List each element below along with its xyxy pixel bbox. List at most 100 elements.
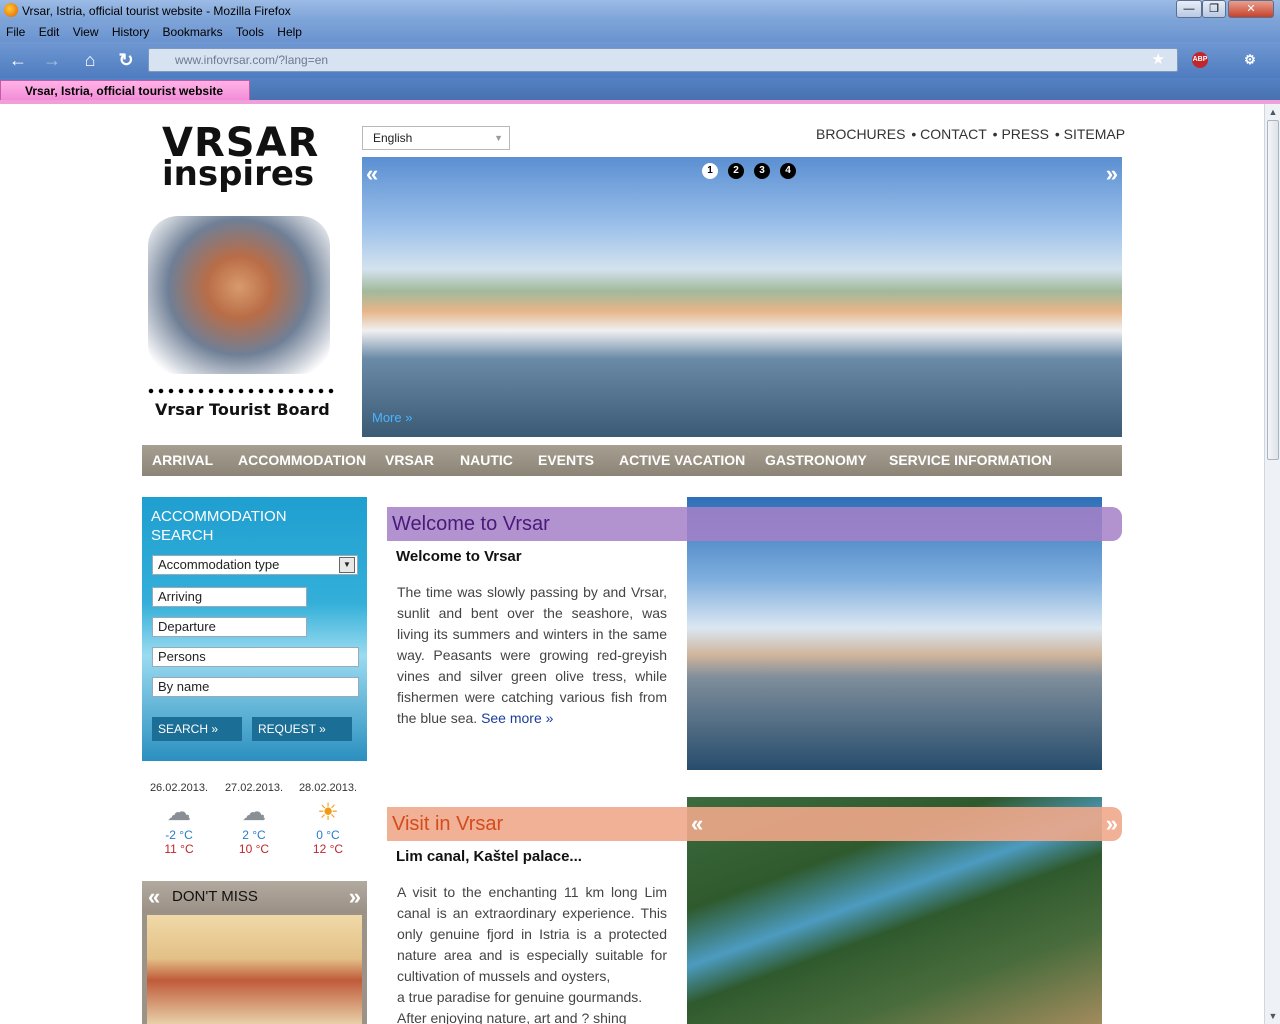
url-text: www.infovrsar.com/?lang=en [175, 53, 329, 67]
welcome-subtitle: Welcome to Vrsar [396, 548, 522, 565]
departure-field[interactable]: Departure [152, 617, 307, 637]
nav-events[interactable]: EVENTS [538, 452, 594, 468]
menu-file[interactable]: File [6, 22, 25, 42]
accommodation-type-value: Accommodation type [158, 557, 280, 572]
menu-tools[interactable]: Tools [236, 22, 264, 42]
welcome-title-bar: Welcome to Vrsar [387, 507, 1122, 541]
addon-icon[interactable]: ⚙ [1240, 50, 1260, 70]
link-brochures[interactable]: BROCHURES [816, 126, 905, 142]
weather-day-1: 26.02.2013. ☁ -2 °C 11 °C [149, 782, 209, 856]
weather-date: 28.02.2013. [298, 782, 358, 794]
hero-slideshow: « » 1 2 3 4 More » [362, 157, 1122, 437]
slide-bullet-2[interactable]: 2 [728, 163, 744, 179]
dotted-divider [146, 388, 336, 394]
nav-service-information[interactable]: SERVICE INFORMATION [889, 452, 1052, 468]
nav-vrsar[interactable]: VRSAR [385, 452, 434, 468]
weather-high: 10 °C [238, 842, 270, 856]
visit-title: Visit in Vrsar [392, 813, 504, 835]
slide-bullet-3[interactable]: 3 [754, 163, 770, 179]
language-select[interactable]: English ▼ [362, 126, 510, 150]
menu-edit[interactable]: Edit [39, 22, 60, 42]
firefox-icon [4, 3, 18, 17]
tab-label: Vrsar, Istria, official tourist website [25, 84, 224, 98]
main-navigation: ARRIVAL ACCOMMODATION VRSAR NAUTIC EVENT… [142, 445, 1122, 476]
home-icon[interactable]: ⌂ [80, 50, 100, 70]
visit-text: A visit to the enchanting 11 km long Lim… [397, 882, 667, 1024]
visit-next-icon[interactable]: » [1106, 807, 1118, 841]
hero-more-link[interactable]: More » [372, 410, 412, 425]
nav-arrival[interactable]: ARRIVAL [152, 452, 213, 468]
maximize-button[interactable]: ❐ [1202, 0, 1226, 18]
visit-prev-icon[interactable]: « [691, 807, 703, 841]
window-title: Vrsar, Istria, official tourist website … [22, 4, 291, 18]
scroll-thumb[interactable] [1267, 120, 1279, 460]
slide-bullet-1[interactable]: 1 [702, 163, 718, 179]
dont-miss-next-icon[interactable]: » [349, 881, 361, 913]
persons-field[interactable]: Persons [152, 647, 359, 667]
visit-paragraph-3: After enjoying nature, art and ? shing [397, 1010, 627, 1024]
nav-gastronomy[interactable]: GASTRONOMY [765, 452, 867, 468]
minimize-button[interactable]: — [1176, 0, 1202, 18]
search-title-line1: ACCOMMODATION [151, 508, 287, 525]
back-icon[interactable]: ← [8, 50, 28, 70]
weather-low: 2 °C [242, 828, 266, 842]
close-button[interactable]: ✕ [1228, 0, 1274, 18]
scroll-up-icon[interactable]: ▲ [1265, 105, 1280, 119]
menu-history[interactable]: History [112, 22, 149, 42]
link-sitemap[interactable]: SITEMAP [1064, 126, 1125, 142]
vertical-scrollbar[interactable]: ▲ ▼ [1264, 104, 1280, 1024]
slide-bullet-4[interactable]: 4 [780, 163, 796, 179]
adblock-icon[interactable]: ABP [1192, 52, 1208, 68]
weather-day-2: 27.02.2013. ☁ 2 °C 10 °C [224, 782, 284, 856]
welcome-paragraph: The time was slowly passing by and Vrsar… [397, 584, 667, 726]
bookmark-star-icon[interactable]: ★ [1152, 49, 1165, 71]
dont-miss-bar: DON'T MISS [142, 881, 367, 913]
chevron-down-icon: ▼ [494, 133, 503, 143]
welcome-text: The time was slowly passing by and Vrsar… [397, 582, 667, 729]
arriving-field[interactable]: Arriving [152, 587, 307, 607]
visit-paragraph-2: a true paradise for genuine gourmands. [397, 989, 643, 1005]
see-more-link[interactable]: See more » [481, 710, 553, 726]
request-button[interactable]: REQUEST » [252, 717, 352, 741]
tourist-board-label: Vrsar Tourist Board [155, 400, 330, 419]
dont-miss-panel: DON'T MISS « » [142, 881, 367, 1024]
welcome-title: Welcome to Vrsar [392, 513, 550, 535]
forward-icon[interactable]: → [42, 50, 62, 70]
dont-miss-label: DON'T MISS [172, 888, 258, 905]
search-button[interactable]: SEARCH » [152, 717, 242, 741]
dont-miss-prev-icon[interactable]: « [148, 881, 160, 913]
menu-help[interactable]: Help [277, 22, 302, 42]
weather-low: -2 °C [165, 828, 193, 842]
weather-date: 26.02.2013. [149, 782, 209, 794]
nav-active-vacation[interactable]: ACTIVE VACATION [619, 452, 745, 468]
search-title-line2: SEARCH [151, 527, 214, 544]
visit-title-bar: Visit in Vrsar « » [387, 807, 1122, 841]
visit-subtitle: Lim canal, Kaštel palace... [396, 848, 582, 865]
accommodation-search-box: ACCOMMODATION SEARCH Accommodation type … [142, 497, 367, 761]
menu-view[interactable]: View [73, 22, 99, 42]
sun-icon: ☀ [317, 799, 339, 826]
tab-vrsar[interactable]: Vrsar, Istria, official tourist website [0, 80, 250, 102]
menu-bookmarks[interactable]: Bookmarks [163, 22, 223, 42]
chevron-down-icon: ▼ [339, 557, 355, 573]
scroll-down-icon[interactable]: ▼ [1265, 1009, 1280, 1023]
accommodation-type-select[interactable]: Accommodation type ▼ [152, 555, 358, 575]
byname-field[interactable]: By name [152, 677, 359, 697]
nav-nautic[interactable]: NAUTIC [460, 452, 513, 468]
weather-high: 12 °C [312, 842, 344, 856]
url-bar[interactable]: www.infovrsar.com/?lang=en ★ [148, 48, 1178, 72]
weather-high: 11 °C [164, 842, 194, 856]
language-value: English [373, 131, 413, 145]
weather-date: 27.02.2013. [224, 782, 284, 794]
rain-cloud-icon: ☁ [167, 799, 191, 826]
hero-next-arrow-icon[interactable]: » [1106, 161, 1118, 187]
menu-bar: File Edit View History Bookmarks Tools H… [0, 22, 1280, 42]
hero-prev-arrow-icon[interactable]: « [366, 161, 378, 187]
link-contact[interactable]: CONTACT [920, 126, 987, 142]
logo-inspires[interactable]: inspires [162, 154, 314, 194]
link-press[interactable]: PRESS [1001, 126, 1048, 142]
top-links: BROCHURES • CONTACT • PRESS • SITEMAP [816, 126, 1126, 142]
window-titlebar: Vrsar, Istria, official tourist website … [0, 0, 1280, 22]
nav-accommodation[interactable]: ACCOMMODATION [238, 452, 366, 468]
reload-icon[interactable]: ↻ [116, 50, 136, 70]
